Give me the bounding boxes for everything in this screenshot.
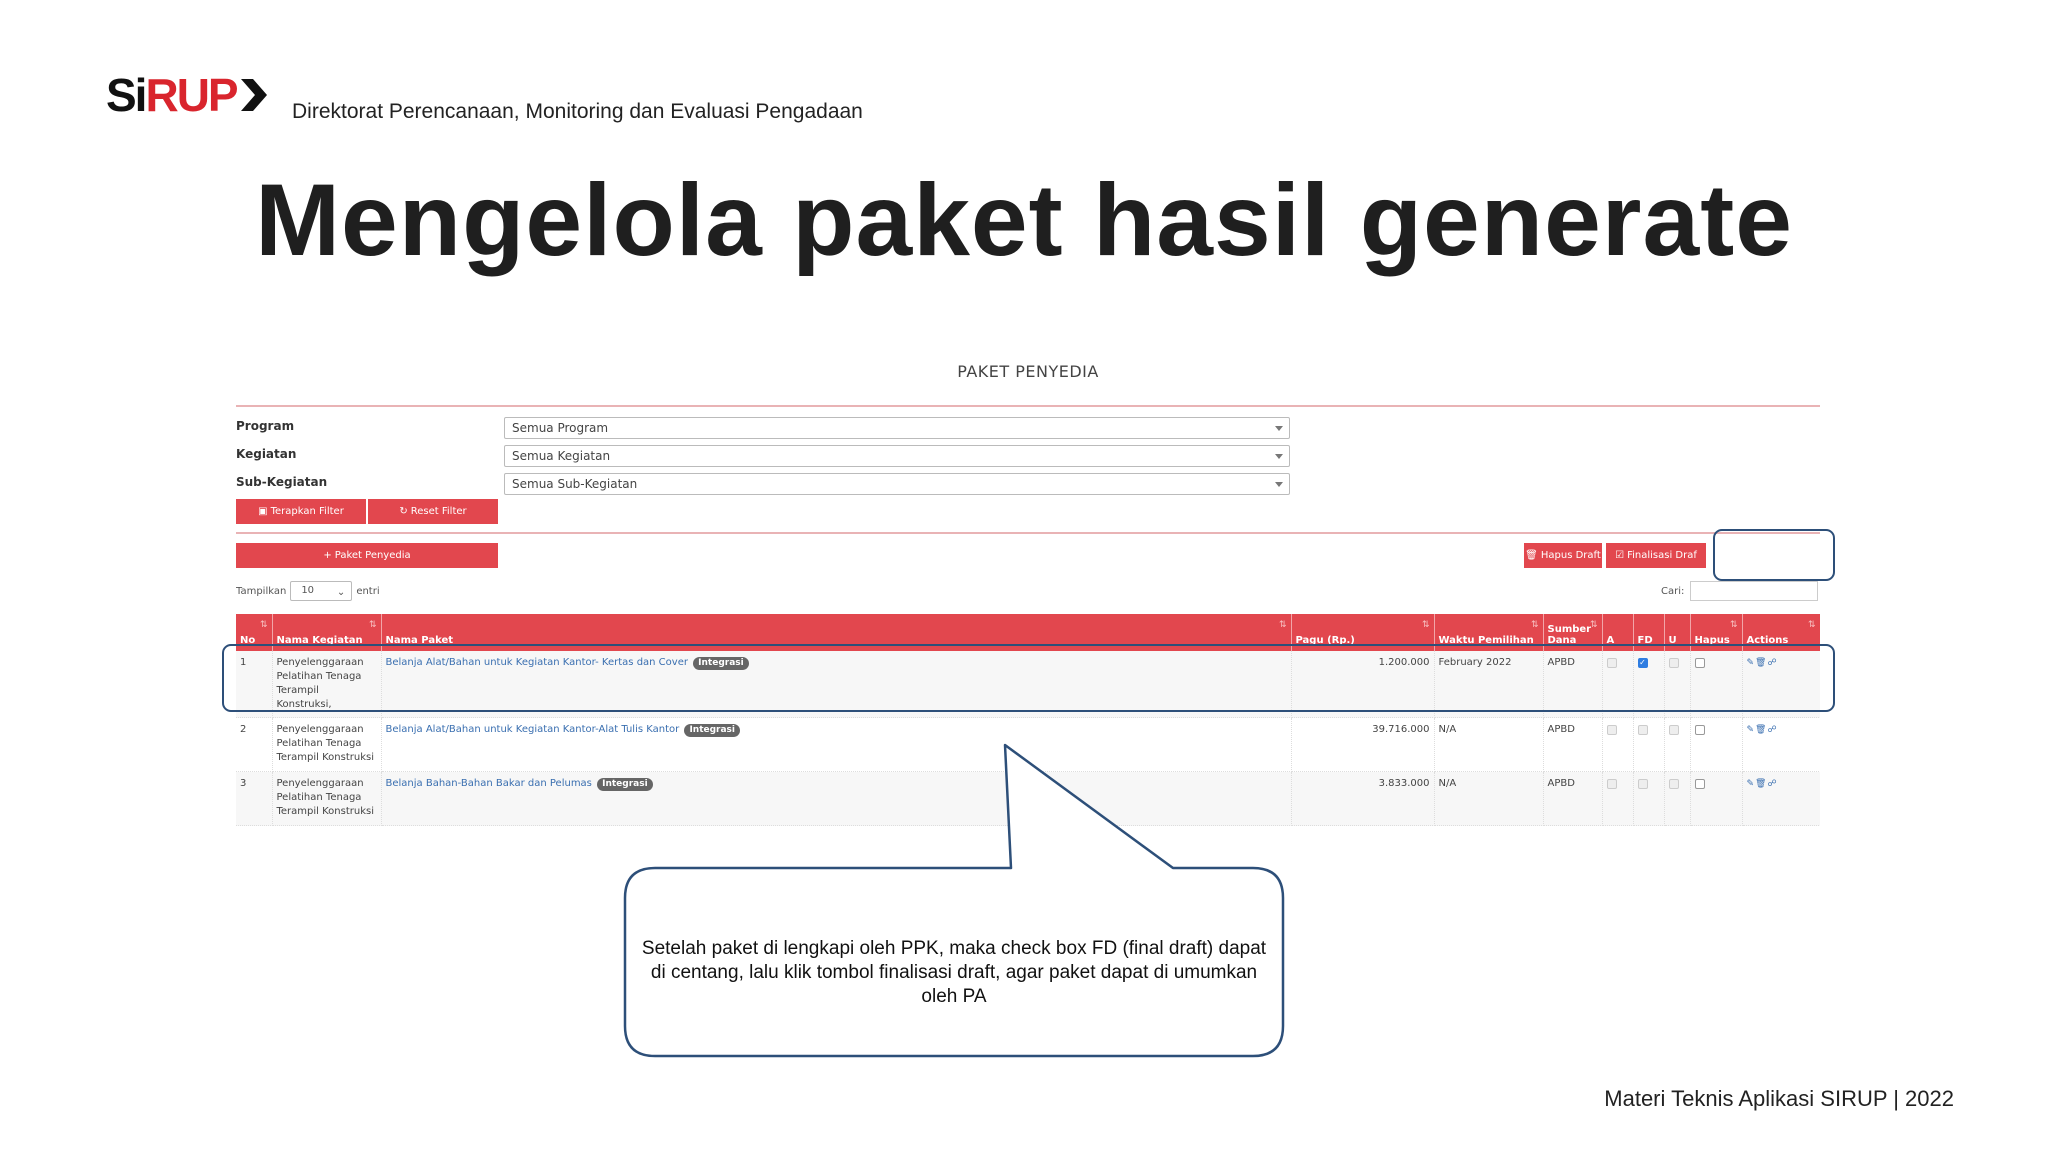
save-icon: ▣ [258,506,268,517]
row-hapus-cell [1690,717,1743,772]
table-row: 3 Penyelenggaraan Pelatihan Tenaga Teram… [236,771,1820,826]
length-label: Tampilkan [236,585,287,597]
row-nama-paket[interactable]: Belanja Bahan-Bahan Bakar dan Pelumas In… [381,771,1292,826]
row-u-cell [1664,771,1691,826]
filter-label-program: Program [236,419,295,433]
row-a-cell [1602,771,1634,826]
sort-icon: ⇅ [1278,620,1287,630]
add-paket-label: Paket Penyedia [334,550,411,561]
table-row: 2 Penyelenggaraan Pelatihan Tenaga Teram… [236,717,1820,772]
sort-icon: ⇅ [1589,620,1598,630]
delete-draft-label: Hapus Draft [1540,550,1601,561]
u-checkbox [1668,725,1679,735]
footer-text: Materi Teknis Aplikasi SIRUP | 2022 [1604,1086,1954,1111]
page-length-select[interactable]: 10 ⌄ [290,581,353,601]
row-fd-cell [1633,717,1665,772]
row-nama-kegiatan: Penyelenggaraan Pelatihan Tenaga Terampi… [272,717,382,772]
a-checkbox [1606,725,1617,735]
kegiatan-select-value: Semua Kegiatan [512,449,611,463]
row-sumber-dana: APBD [1543,717,1603,772]
row-highlight [222,644,1835,712]
edit-delete-view-icons[interactable]: ✎🗑☍ [1747,725,1778,735]
row-u-cell [1664,717,1691,772]
sort-icon: ⇅ [1807,620,1816,630]
program-select[interactable]: Semua Program [504,417,1290,439]
page-length-value: 10 [301,585,315,596]
u-checkbox [1668,779,1679,789]
delete-draft-button[interactable]: 🗑 Hapus Draft [1524,543,1602,568]
sub-kegiatan-select[interactable]: Semua Sub-Kegiatan [504,473,1290,495]
integrasi-badge: Integrasi [684,724,740,737]
sort-icon: ⇅ [1729,620,1738,630]
edit-delete-view-icons[interactable]: ✎🗑☍ [1747,779,1778,789]
sirup-logo: Si RUP [106,69,269,121]
chevron-down-icon: ⌄ [336,587,346,598]
row-pagu: 3.833.000 [1291,771,1435,826]
reset-filter-button[interactable]: ↻ Reset Filter [368,499,498,524]
filter-label-kegiatan: Kegiatan [236,447,297,461]
fd-checkbox [1637,725,1648,735]
trash-icon: 🗑 [1525,550,1538,561]
caret-down-icon [1275,426,1283,431]
sub-kegiatan-select-value: Semua Sub-Kegiatan [512,477,638,491]
plus-icon: + [323,550,332,561]
caret-down-icon [1275,454,1283,459]
check-square-icon: ☑ [1615,550,1625,561]
app-screenshot: PAKET PENYEDIA Program Semua Program Keg… [236,350,1820,826]
row-actions: ✎🗑☍ [1742,717,1820,772]
finalize-draft-label: Finalisasi Draf [1627,550,1697,561]
a-checkbox [1606,779,1617,789]
page-title: PAKET PENYEDIA [957,362,1099,381]
length-suffix: entri [356,585,380,597]
row-nama-kegiatan: Penyelenggaraan Pelatihan Tenaga Terampi… [272,771,382,826]
row-nama-paket[interactable]: Belanja Alat/Bahan untuk Kegiatan Kantor… [381,717,1292,772]
logo-rup: RUP [145,69,238,121]
sort-icon: ⇅ [259,620,268,630]
page-length-control: Tampilkan 10 ⌄ entri [236,581,380,601]
row-fd-cell [1633,771,1665,826]
row-pagu: 39.716.000 [1291,717,1435,772]
filter-label-sub-kegiatan: Sub-Kegiatan [236,475,328,489]
row-hapus-cell [1690,771,1743,826]
row-waktu-pemilihan: N/A [1434,771,1544,826]
row-actions: ✎🗑☍ [1742,771,1820,826]
fd-checkbox [1637,779,1648,789]
row-no: 3 [236,771,273,826]
organization-name: Direktorat Perencanaan, Monitoring dan E… [292,100,863,123]
sort-icon: ⇅ [368,620,377,630]
hapus-checkbox[interactable] [1694,725,1705,735]
row-sumber-dana: APBD [1543,771,1603,826]
kegiatan-select[interactable]: Semua Kegiatan [504,445,1290,467]
finalize-draft-button[interactable]: ☑ Finalisasi Draf [1606,543,1706,568]
sort-icon: ⇅ [1530,620,1539,630]
logo-arrow-icon [240,79,267,111]
paket-link[interactable]: Belanja Bahan-Bahan Bakar dan Pelumas [386,778,592,789]
search-label: Cari: [1661,585,1685,597]
divider [236,405,1820,407]
divider [236,532,1820,534]
slide-title: Mengelola paket hasil generate [255,163,1793,277]
add-paket-penyedia-button[interactable]: + Paket Penyedia [236,543,498,568]
row-no: 2 [236,717,273,772]
hapus-checkbox[interactable] [1694,779,1705,789]
apply-filter-label: Terapkan Filter [270,506,344,517]
finalize-button-highlight [1713,529,1835,581]
sort-icon: ⇅ [1421,620,1430,630]
integrasi-badge: Integrasi [597,778,653,791]
search-input[interactable] [1690,581,1819,601]
row-a-cell [1602,717,1634,772]
caret-down-icon [1275,482,1283,487]
refresh-icon: ↻ [399,506,408,517]
reset-filter-label: Reset Filter [410,506,467,517]
callout-text: Setelah paket di lengkapi oleh PPK, maka… [641,938,1267,1007]
row-waktu-pemilihan: N/A [1434,717,1544,772]
program-select-value: Semua Program [512,421,609,435]
logo-si: Si [106,69,147,121]
table-search: Cari: [1661,581,1819,601]
apply-filter-button[interactable]: ▣ Terapkan Filter [236,499,366,524]
paket-link[interactable]: Belanja Alat/Bahan untuk Kegiatan Kantor… [386,724,680,735]
